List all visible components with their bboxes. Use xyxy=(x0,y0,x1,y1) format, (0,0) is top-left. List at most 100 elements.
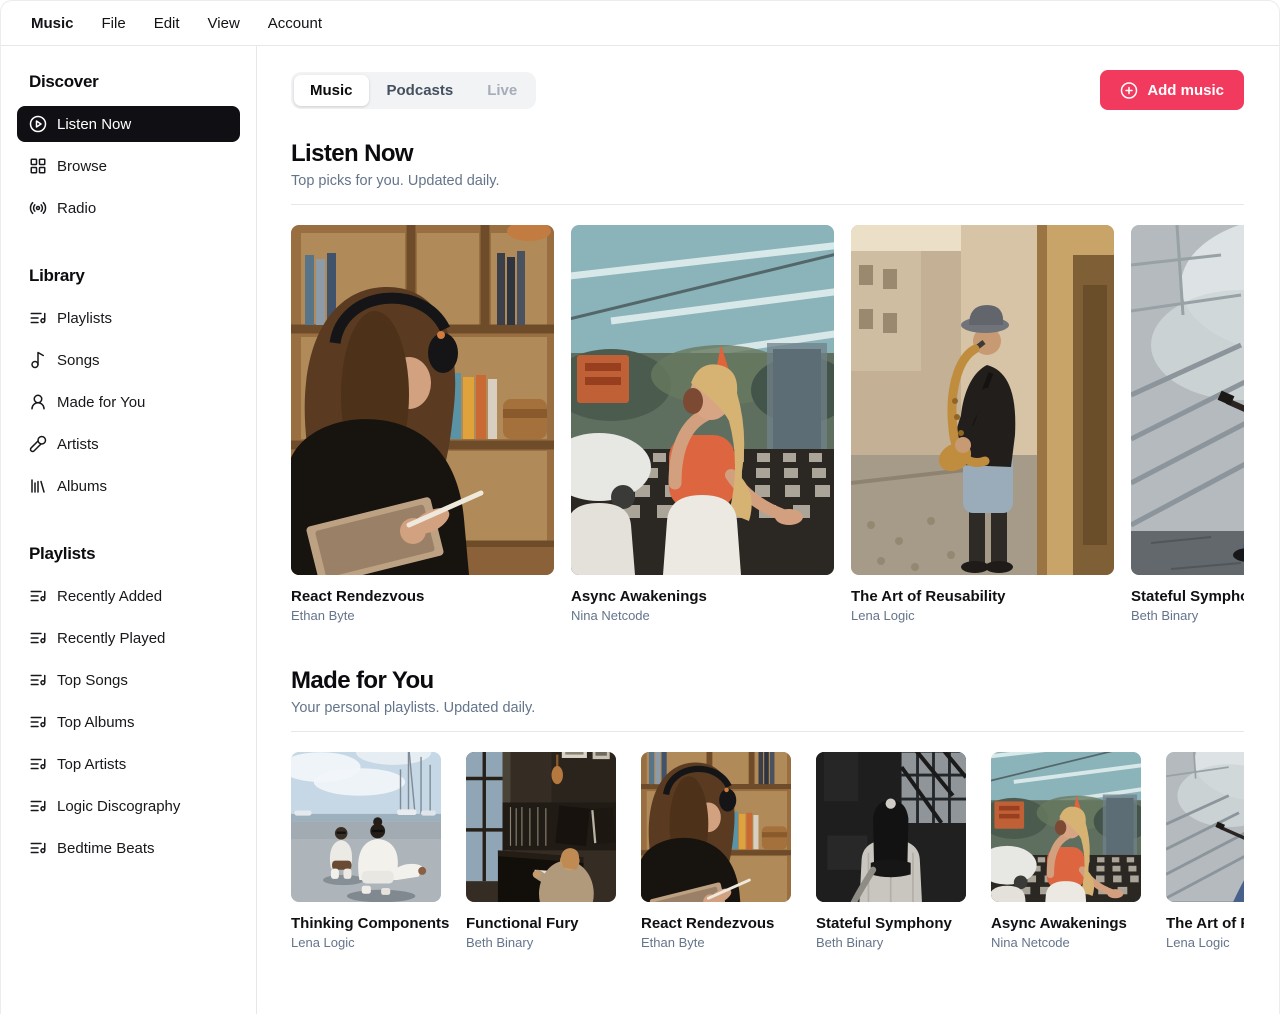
layout-grid-icon xyxy=(29,157,47,175)
sidebar-section: Discover Listen Now Browse Radio xyxy=(17,72,240,226)
album-title: React Rendezvous xyxy=(291,588,554,605)
menu-item-file[interactable]: File xyxy=(88,9,140,38)
menu-item-view[interactable]: View xyxy=(194,9,254,38)
album-artist: Ethan Byte xyxy=(291,608,554,623)
album-artist: Lena Logic xyxy=(851,608,1114,623)
sidebar-item-made-for-you[interactable]: Made for You xyxy=(17,384,240,420)
add-music-label: Add music xyxy=(1147,82,1224,99)
menubar: MusicFileEditViewAccount xyxy=(1,1,1279,46)
add-music-button[interactable]: Add music xyxy=(1100,70,1244,110)
sidebar-item-songs[interactable]: Songs xyxy=(17,342,240,378)
album-artist: Beth Binary xyxy=(816,935,966,950)
sidebar-section-title: Playlists xyxy=(29,544,240,564)
album-card-thinking-components[interactable]: Thinking Components Lena Logic xyxy=(291,752,441,950)
plus-circle-icon xyxy=(1120,81,1138,100)
separator xyxy=(291,731,1244,732)
album-card-the-art-of-reusability[interactable]: The Art of Reusability Lena Logic xyxy=(1166,752,1244,950)
album-art xyxy=(641,752,791,902)
album-title: Async Awakenings xyxy=(571,588,834,605)
sidebar-item-logic-discography[interactable]: Logic Discography xyxy=(17,788,240,824)
sidebar-item-bedtime-beats[interactable]: Bedtime Beats xyxy=(17,830,240,866)
tab-live[interactable]: Live xyxy=(471,75,533,106)
album-art xyxy=(571,225,834,575)
sidebar-item-browse[interactable]: Browse xyxy=(17,148,240,184)
sidebar-item-label: Playlists xyxy=(57,310,112,327)
album-artist: Lena Logic xyxy=(1166,935,1244,950)
list-music-icon xyxy=(29,671,47,689)
mic-vocal-icon xyxy=(29,435,47,453)
list-music-icon xyxy=(29,755,47,773)
album-card-the-art-of-reusability[interactable]: The Art of Reusability Lena Logic xyxy=(851,225,1114,623)
album-title: Async Awakenings xyxy=(991,915,1141,932)
sidebar-item-recently-added[interactable]: Recently Added xyxy=(17,578,240,614)
menu-item-music[interactable]: Music xyxy=(17,9,88,38)
sidebar-item-label: Top Albums xyxy=(57,714,135,731)
sidebar-item-label: Songs xyxy=(57,352,100,369)
sidebar-item-group: Playlists Songs Made for You Artists xyxy=(17,300,240,504)
made-for-you-scroll-area[interactable]: Thinking Components Lena Logic Functiona… xyxy=(291,752,1244,950)
album-art xyxy=(991,752,1141,902)
album-card-async-awakenings[interactable]: Async Awakenings Nina Netcode xyxy=(991,752,1141,950)
listen-now-subtitle: Top picks for you. Updated daily. xyxy=(291,173,1244,189)
list-music-icon xyxy=(29,839,47,857)
sidebar-item-group: Recently Added Recently Played Top Songs… xyxy=(17,578,240,866)
tab-podcasts[interactable]: Podcasts xyxy=(371,75,470,106)
album-card-react-rendezvous[interactable]: React Rendezvous Ethan Byte xyxy=(291,225,554,623)
album-card-async-awakenings[interactable]: Async Awakenings Nina Netcode xyxy=(571,225,834,623)
radio-icon xyxy=(29,199,47,217)
menu-item-edit[interactable]: Edit xyxy=(140,9,194,38)
sidebar-item-artists[interactable]: Artists xyxy=(17,426,240,462)
main-header: MusicPodcastsLive Add music xyxy=(291,70,1244,110)
album-title: React Rendezvous xyxy=(641,915,791,932)
album-title: The Art of Reusability xyxy=(851,588,1114,605)
menu-item-account[interactable]: Account xyxy=(254,9,336,38)
album-artist: Beth Binary xyxy=(1131,608,1244,623)
album-artist: Beth Binary xyxy=(466,935,616,950)
listen-now-section: Listen Now Top picks for you. Updated da… xyxy=(291,140,1244,623)
album-title: The Art of Reusability xyxy=(1166,915,1244,932)
sidebar: Discover Listen Now Browse Radio xyxy=(1,46,257,1014)
album-title: Functional Fury xyxy=(466,915,616,932)
sidebar-item-top-albums[interactable]: Top Albums xyxy=(17,704,240,740)
sidebar-item-top-artists[interactable]: Top Artists xyxy=(17,746,240,782)
album-art xyxy=(1131,225,1244,575)
album-title: Stateful Symphony xyxy=(816,915,966,932)
album-card-functional-fury[interactable]: Functional Fury Beth Binary xyxy=(466,752,616,950)
sidebar-item-label: Artists xyxy=(57,436,99,453)
sidebar-section-title: Discover xyxy=(29,72,240,92)
content-type-tabs: MusicPodcastsLive xyxy=(291,72,536,109)
tab-music[interactable]: Music xyxy=(294,75,369,106)
music-note-icon xyxy=(29,351,47,369)
library-icon xyxy=(29,477,47,495)
list-music-icon xyxy=(29,797,47,815)
sidebar-item-recently-played[interactable]: Recently Played xyxy=(17,620,240,656)
listen-now-scroll-area[interactable]: React Rendezvous Ethan Byte Async Awaken… xyxy=(291,225,1244,623)
play-circle-icon xyxy=(29,115,47,133)
album-card-stateful-symphony[interactable]: Stateful Symphony Beth Binary xyxy=(1131,225,1244,623)
app-body: Discover Listen Now Browse Radio xyxy=(1,46,1279,1014)
sidebar-item-label: Radio xyxy=(57,200,96,217)
separator xyxy=(291,204,1244,205)
album-card-stateful-symphony[interactable]: Stateful Symphony Beth Binary xyxy=(816,752,966,950)
sidebar-item-label: Recently Added xyxy=(57,588,162,605)
album-artist: Lena Logic xyxy=(291,935,441,950)
sidebar-item-albums[interactable]: Albums xyxy=(17,468,240,504)
sidebar-item-group: Listen Now Browse Radio xyxy=(17,106,240,226)
made-for-you-title: Made for You xyxy=(291,667,1244,695)
list-music-icon xyxy=(29,587,47,605)
sidebar-item-label: Made for You xyxy=(57,394,145,411)
sidebar-item-top-songs[interactable]: Top Songs xyxy=(17,662,240,698)
user-round-icon xyxy=(29,393,47,411)
album-artist: Ethan Byte xyxy=(641,935,791,950)
sidebar-item-label: Top Artists xyxy=(57,756,126,773)
sidebar-item-radio[interactable]: Radio xyxy=(17,190,240,226)
list-music-icon xyxy=(29,309,47,327)
album-artist: Nina Netcode xyxy=(991,935,1141,950)
album-card-react-rendezvous[interactable]: React Rendezvous Ethan Byte xyxy=(641,752,791,950)
sidebar-item-listen-now[interactable]: Listen Now xyxy=(17,106,240,142)
made-for-you-section: Made for You Your personal playlists. Up… xyxy=(291,667,1244,950)
music-app-window: MusicFileEditViewAccount Discover Listen… xyxy=(0,0,1280,1014)
album-art xyxy=(851,225,1114,575)
sidebar-item-label: Browse xyxy=(57,158,107,175)
sidebar-item-playlists[interactable]: Playlists xyxy=(17,300,240,336)
